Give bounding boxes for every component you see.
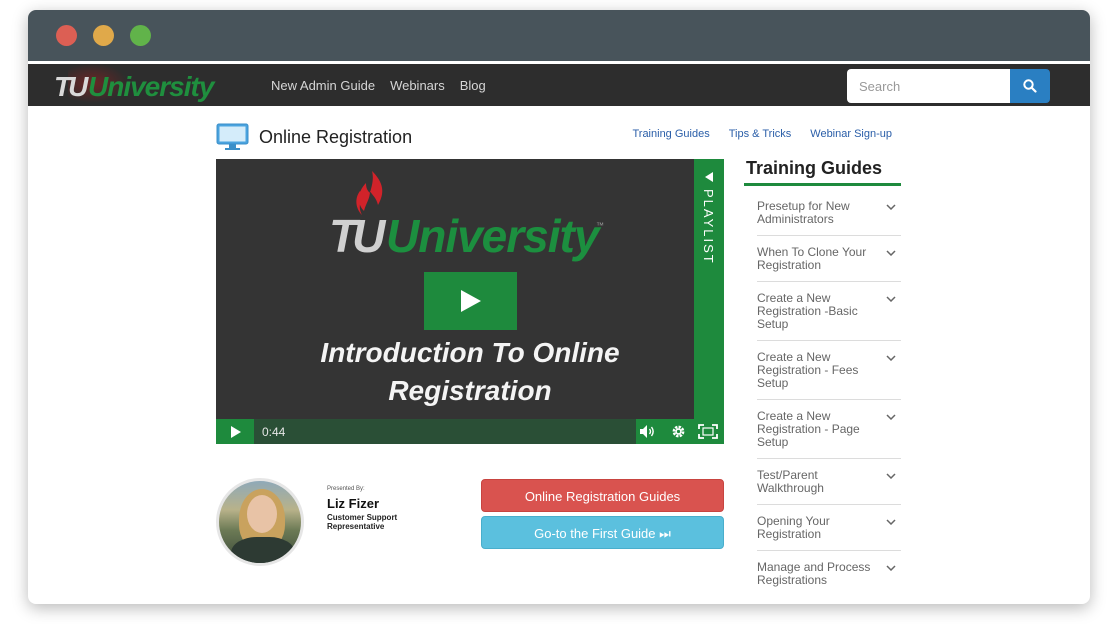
search-icon: [1023, 79, 1037, 93]
nav-links: New Admin Guide Webinars Blog: [271, 78, 486, 93]
video-title-line-2: Registration: [388, 375, 552, 406]
monitor-icon: [216, 123, 249, 150]
presenter-name: Liz Fizer: [327, 496, 380, 511]
poster-logo-university: University: [386, 210, 599, 262]
minimize-window-button[interactable]: [93, 25, 114, 46]
presenter-role: Customer Support Representative: [327, 513, 398, 531]
chevron-down-icon: [886, 296, 896, 302]
guide-item-presetup[interactable]: Presetup for New Administrators: [757, 190, 901, 236]
poster-logo-tu: TU: [329, 210, 385, 262]
presented-by-label: Presented By:: [327, 486, 365, 492]
video-poster: TU University ™ Introduction To Online R…: [216, 159, 694, 419]
link-training-guides[interactable]: Training Guides: [632, 128, 709, 140]
page-sublinks: Training Guides Tips & Tricks Webinar Si…: [632, 128, 892, 140]
nav-link-new-admin-guide[interactable]: New Admin Guide: [271, 78, 375, 93]
guide-list: Presetup for New Administrators When To …: [757, 190, 901, 596]
avatar-face: [247, 495, 277, 533]
presenter-card: Presented By: Liz Fizer Customer Support…: [216, 478, 456, 568]
top-navigation: TU University New Admin Guide Webinars B…: [28, 62, 1090, 106]
playlist-label: PLAYLIST: [701, 189, 716, 265]
guide-item-opening[interactable]: Opening Your Registration: [757, 505, 901, 551]
guide-item-manage[interactable]: Manage and Process Registrations: [757, 551, 901, 596]
video-title-line-1: Introduction To Online: [320, 337, 620, 368]
avatar-body: [231, 537, 295, 563]
chevron-down-icon: [886, 204, 896, 210]
nav-link-blog[interactable]: Blog: [460, 78, 486, 93]
link-tips-and-tricks[interactable]: Tips & Tricks: [729, 128, 792, 140]
main-content: Online Registration Training Guides Tips…: [28, 106, 1090, 604]
guide-item-fees-setup[interactable]: Create a New Registration - Fees Setup: [757, 341, 901, 400]
chevron-down-icon: [886, 473, 896, 479]
guide-item-label: Create a New Registration -Basic Setup: [757, 291, 858, 331]
big-play-button[interactable]: [424, 272, 517, 330]
play-icon: [461, 290, 481, 312]
video-title: Introduction To Online Registration: [216, 334, 724, 410]
chevron-down-icon: [886, 250, 896, 256]
volume-icon[interactable]: [639, 424, 657, 439]
fullscreen-icon[interactable]: [698, 424, 718, 439]
guide-item-page-setup[interactable]: Create a New Registration - Page Setup: [757, 400, 901, 459]
time-display: 0:44: [262, 425, 286, 439]
first-guide-button[interactable]: Go-to the First Guide ⏭: [481, 516, 724, 549]
presenter-avatar: [216, 478, 304, 566]
search-box: [847, 69, 1050, 103]
search-input[interactable]: [847, 69, 1010, 103]
video-player[interactable]: TU University ™ Introduction To Online R…: [216, 159, 724, 444]
sidebar-divider: [744, 183, 901, 186]
chevron-down-icon: [886, 414, 896, 420]
online-registration-guides-button[interactable]: Online Registration Guides: [481, 479, 724, 512]
browser-window: TU University New Admin Guide Webinars B…: [28, 10, 1090, 604]
guide-item-basic-setup[interactable]: Create a New Registration -Basic Setup: [757, 282, 901, 341]
guide-item-label: Test/Parent Walkthrough: [757, 468, 824, 495]
chevron-down-icon: [886, 519, 896, 525]
training-guides-sidebar: Training Guides Presetup for New Adminis…: [744, 158, 901, 604]
close-window-button[interactable]: [56, 25, 77, 46]
control-play-button[interactable]: [216, 419, 254, 444]
guide-item-walkthrough[interactable]: Test/Parent Walkthrough: [757, 459, 901, 505]
guide-item-label: When To Clone Your Registration: [757, 245, 867, 272]
guide-item-label: Opening Your Registration: [757, 514, 830, 541]
sidebar-title: Training Guides: [746, 158, 883, 178]
site-logo[interactable]: TU University: [54, 63, 234, 103]
page-title: Online Registration: [259, 127, 413, 147]
logo-university: University: [88, 71, 214, 102]
video-controls: 0:44: [216, 419, 724, 444]
settings-gear-icon[interactable]: [671, 424, 686, 439]
progress-bar[interactable]: 0:44: [254, 419, 636, 444]
guide-item-label: Create a New Registration - Page Setup: [757, 409, 860, 449]
search-button[interactable]: [1010, 69, 1050, 103]
guide-item-label: Manage and Process Registrations: [757, 560, 871, 587]
play-icon: [231, 426, 241, 438]
guide-item-clone[interactable]: When To Clone Your Registration: [757, 236, 901, 282]
nav-link-webinars[interactable]: Webinars: [390, 78, 445, 93]
guide-item-label: Create a New Registration - Fees Setup: [757, 350, 859, 390]
page-header: Online Registration Training Guides Tips…: [216, 123, 892, 153]
caret-left-icon: [705, 172, 713, 182]
maximize-window-button[interactable]: [130, 25, 151, 46]
link-webinar-signup[interactable]: Webinar Sign-up: [810, 128, 892, 140]
trademark-mark: ™: [596, 221, 604, 230]
chevron-down-icon: [886, 355, 896, 361]
playlist-toggle[interactable]: PLAYLIST: [694, 159, 724, 419]
chevron-down-icon: [886, 565, 896, 571]
browser-chrome: [28, 10, 1090, 61]
logo-tu: TU: [54, 71, 88, 102]
guide-item-label: Presetup for New Administrators: [757, 199, 850, 226]
